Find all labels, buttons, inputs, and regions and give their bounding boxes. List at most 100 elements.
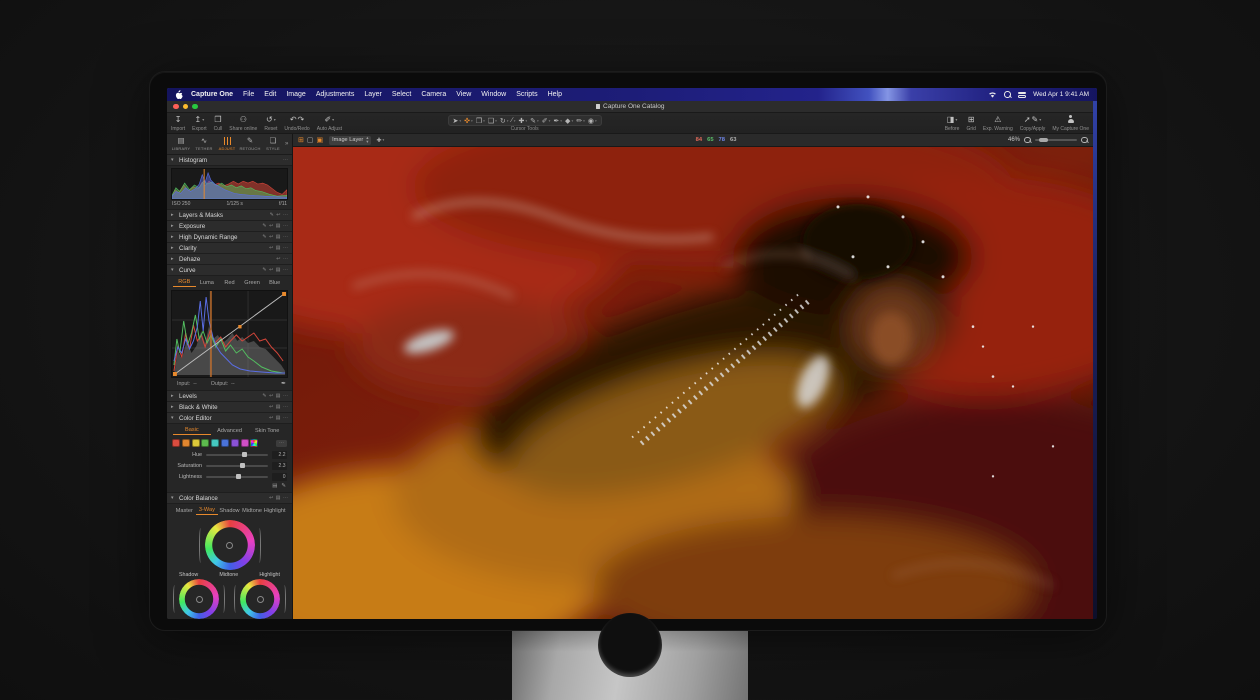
panel-menu-icon[interactable]: ⋯ — [283, 393, 288, 399]
color-editor-tab-basic[interactable]: Basic — [173, 427, 211, 435]
menu-layer[interactable]: Layer — [364, 91, 382, 98]
menu-edit[interactable]: Edit — [264, 91, 276, 98]
grid-button[interactable]: ⊞ Grid — [966, 114, 975, 133]
panel-exposure[interactable]: ▸ Exposure ✎↩▤⋯ — [167, 221, 292, 232]
color-editor-list-icon[interactable]: ▤ — [272, 483, 277, 489]
control-center-icon[interactable] — [1018, 92, 1026, 98]
magic-brush-tool[interactable]: ✒▾ — [553, 117, 562, 125]
color-picker-tool[interactable]: ◉▾ — [588, 117, 597, 125]
cb-tab-3way[interactable]: 3-Way — [196, 507, 219, 515]
curve-tab-rgb[interactable]: RGB — [173, 279, 196, 287]
swatch-green[interactable] — [201, 439, 209, 447]
crop-tool[interactable]: ❑▾ — [488, 117, 497, 125]
panel-color-balance-header[interactable]: ▾ Color Balance ↩▤⋯ — [167, 493, 292, 504]
zoom-out-icon[interactable] — [1024, 137, 1031, 144]
swatch-all-colors[interactable] — [250, 439, 258, 447]
tab-retouch[interactable]: ✎ RETOUCH — [239, 136, 261, 152]
color-editor-tab-advanced[interactable]: Advanced — [211, 428, 249, 435]
panel-curve-header[interactable]: ▾ Curve ✎↩▤⋯ — [167, 265, 292, 276]
split-view-icon[interactable]: ▣ — [317, 137, 324, 144]
import-button[interactable]: ↧ Import — [171, 114, 185, 133]
hue-slider[interactable] — [206, 454, 268, 456]
my-capture-one-button[interactable]: My Capture One — [1052, 114, 1089, 133]
zoom-in-icon[interactable] — [1081, 137, 1088, 144]
single-view-icon[interactable]: ▢ — [307, 137, 314, 144]
saturation-value[interactable]: 2.3 — [272, 462, 287, 470]
before-after-button[interactable]: ◨▾ Before — [945, 114, 960, 133]
swatch-magenta[interactable] — [241, 439, 249, 447]
layer-selector[interactable]: Image Layer ▴▾ — [329, 136, 371, 145]
panel-layers-masks[interactable]: ▸ Layers & Masks ✎↩⋯ — [167, 210, 292, 221]
share-online-button[interactable]: ⚇ Share online — [229, 114, 257, 133]
curve-picker-icon[interactable]: ✒ — [281, 380, 286, 387]
auto-adjust-button[interactable]: ✐▾ Auto Adjust — [317, 114, 342, 133]
select-tool[interactable]: ➤▾ — [453, 117, 462, 125]
copy-icon[interactable]: ↩ — [269, 495, 273, 501]
lightness-slider[interactable] — [206, 476, 268, 478]
tab-adjust[interactable]: ADJUST — [216, 136, 238, 152]
menu-image[interactable]: Image — [286, 91, 305, 98]
add-layer-button[interactable]: ✚ ▾ — [376, 137, 384, 144]
menu-file[interactable]: File — [243, 91, 254, 98]
panel-clarity[interactable]: ▸ Clarity ↩▤⋯ — [167, 243, 292, 254]
menu-help[interactable]: Help — [548, 91, 562, 98]
menubar-clock[interactable]: Wed Apr 1 9:41 AM — [1033, 91, 1089, 98]
loupe-tool[interactable]: ❐▾ — [476, 117, 485, 125]
panel-menu-icon[interactable]: ⋯ — [283, 267, 288, 273]
hue-value[interactable]: 2.2 — [272, 451, 287, 459]
exposure-warning-button[interactable]: ⚠ Exp. Warning — [983, 114, 1013, 133]
rotate-tool[interactable]: ↻▾ — [500, 117, 509, 125]
panel-menu-icon[interactable]: ⋯ — [283, 415, 288, 421]
cb-tab-highlight[interactable]: Highlight — [263, 508, 286, 515]
menu-camera[interactable]: Camera — [421, 91, 446, 98]
panel-menu-icon[interactable]: ⋯ — [283, 256, 288, 262]
curve-tab-red[interactable]: Red — [218, 280, 241, 287]
menu-select[interactable]: Select — [392, 91, 411, 98]
panel-histogram-header[interactable]: ▾ Histogram ⋯ — [167, 155, 292, 166]
swatch-blue[interactable] — [221, 439, 229, 447]
panel-color-editor-header[interactable]: ▾ Color Editor ↩▤⋯ — [167, 413, 292, 424]
edit-icon[interactable]: ✎ — [262, 393, 266, 399]
preset-icon[interactable]: ▤ — [276, 223, 281, 229]
copy-apply-button[interactable]: ➚✎▾ Copy/Apply — [1020, 114, 1046, 133]
menu-view[interactable]: View — [456, 91, 471, 98]
window-titlebar[interactable]: Capture One Catalog — [167, 101, 1093, 113]
panel-black-white[interactable]: ▸ Black & White ↩▤⋯ — [167, 402, 292, 413]
cb-tab-shadow[interactable]: Shadow — [218, 508, 241, 515]
export-button[interactable]: ↥▾ Export — [192, 114, 206, 133]
preset-icon[interactable]: ▤ — [276, 234, 281, 240]
panel-menu-icon[interactable]: ⋯ — [283, 495, 288, 501]
edit-mask-icon[interactable]: ✎ — [270, 212, 274, 218]
lightness-value[interactable]: 0 — [272, 473, 287, 481]
copy-icon[interactable]: ↩ — [269, 404, 273, 410]
curve-tab-luma[interactable]: Luma — [196, 280, 219, 287]
cull-button[interactable]: ❒ Cull — [214, 114, 223, 133]
highlight-color-wheel[interactable] — [240, 579, 280, 619]
copy-icon[interactable]: ↩ — [269, 234, 273, 240]
panel-menu-icon[interactable]: ⋯ — [283, 234, 288, 240]
menu-adjustments[interactable]: Adjustments — [316, 91, 355, 98]
panel-menu-icon[interactable]: ⋯ — [283, 223, 288, 229]
spotlight-search-icon[interactable] — [1004, 91, 1011, 98]
curve-tab-blue[interactable]: Blue — [263, 280, 286, 287]
zoom-level[interactable]: 46% — [1008, 137, 1020, 143]
cb-tab-midtone[interactable]: Midtone — [241, 508, 264, 515]
swatch-aqua[interactable] — [211, 439, 219, 447]
color-editor-tab-skin-tone[interactable]: Skin Tone — [248, 428, 286, 435]
preset-icon[interactable]: ▤ — [276, 267, 281, 273]
more-tabs-chevron-icon[interactable]: » — [285, 141, 288, 147]
panel-menu-icon[interactable]: ⋯ — [283, 245, 288, 251]
menu-scripts[interactable]: Scripts — [516, 91, 537, 98]
preset-icon[interactable]: ▤ — [276, 495, 281, 501]
zoom-slider[interactable] — [1035, 139, 1077, 141]
gradient-mask-tool[interactable]: ◆▾ — [565, 117, 573, 125]
edit-icon[interactable]: ✎ — [262, 234, 266, 240]
spot-removal-tool[interactable]: ✚▾ — [518, 117, 527, 125]
curve-graph[interactable] — [171, 290, 288, 378]
edit-icon[interactable]: ✎ — [262, 223, 266, 229]
saturation-slider[interactable] — [206, 465, 268, 467]
multi-view-icon[interactable]: ⊞ — [298, 137, 304, 144]
tab-tether[interactable]: ∿ TETHER — [193, 136, 215, 152]
copy-icon[interactable]: ↩ — [269, 223, 273, 229]
annotate-tool[interactable]: ✏▾ — [576, 117, 585, 125]
